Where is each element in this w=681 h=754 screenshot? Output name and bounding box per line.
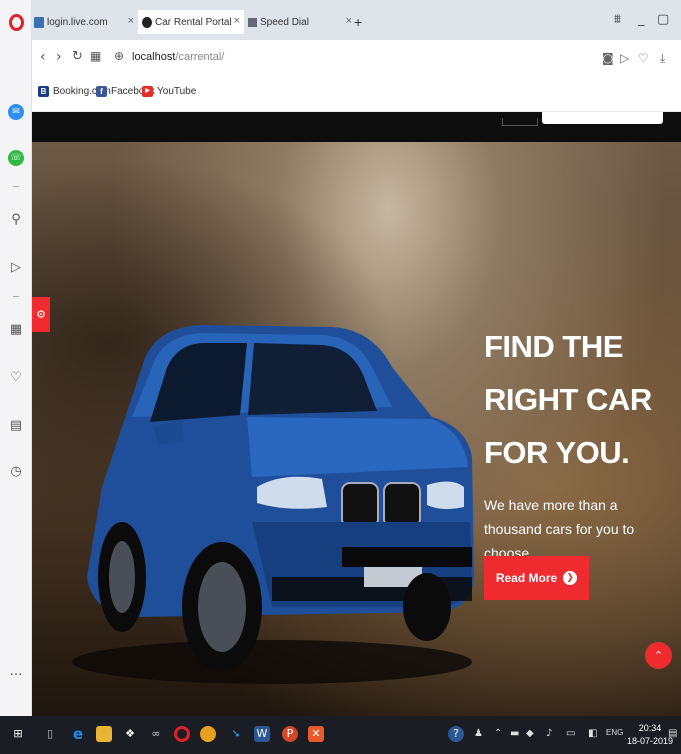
tab-login-live[interactable]: login.live.com × xyxy=(34,10,134,34)
speed-dial-icon[interactable]: ▦ xyxy=(90,49,101,63)
history-icon[interactable]: ◷ xyxy=(8,464,24,480)
header-button[interactable] xyxy=(502,118,538,126)
headline-line: FIND THE xyxy=(484,329,623,364)
hero-text-block: FIND THE RIGHT CAR FOR YOU. We have more… xyxy=(484,320,674,600)
tab-car-rental-portal[interactable]: Car Rental Portal × xyxy=(138,10,244,34)
send-icon[interactable]: ▷ xyxy=(620,51,629,65)
read-more-label: Read More xyxy=(495,571,558,585)
youtube-icon: ▶ xyxy=(142,86,153,97)
windows-start-icon[interactable]: ⊞ xyxy=(10,726,26,742)
file-explorer-icon[interactable] xyxy=(96,726,112,742)
close-icon[interactable]: × xyxy=(128,15,134,27)
headline-line: RIGHT CAR xyxy=(484,382,652,417)
whatsapp-icon[interactable]: ☏ xyxy=(8,150,24,166)
powerpoint-icon[interactable]: P xyxy=(282,726,298,742)
messenger-icon[interactable]: ✉ xyxy=(8,104,24,120)
tray-app-icon[interactable]: ◆ xyxy=(526,728,534,739)
new-tab-button[interactable]: + xyxy=(354,10,368,34)
system-clock[interactable]: 20:34 18-07-2019 xyxy=(627,722,673,748)
bookmarks-bar: B Booking.com f Facebook ▶ YouTube xyxy=(32,74,681,112)
page-favicon-icon xyxy=(34,16,44,28)
download-icon[interactable]: ⤓ xyxy=(660,51,665,66)
close-icon[interactable]: × xyxy=(346,15,352,27)
tab-speed-dial[interactable]: Speed Dial × xyxy=(248,10,352,34)
scroll-to-top-button[interactable]: ⌃ xyxy=(645,642,672,669)
forward-icon[interactable]: › xyxy=(56,49,62,65)
network-icon[interactable]: ▬ xyxy=(510,728,519,739)
bookmark-label: YouTube xyxy=(157,86,197,97)
xampp-icon[interactable]: ✕ xyxy=(308,726,324,742)
opera-sidebar: ✉ ☏ ⚲ ▷ ▦ ♡ ▤ ◷ … xyxy=(0,0,32,716)
tab-label: Car Rental Portal xyxy=(155,16,232,28)
flow-icon[interactable]: ▷ xyxy=(8,260,24,276)
clock-date: 18-07-2019 xyxy=(627,736,674,746)
back-icon[interactable]: ‹ xyxy=(40,49,46,65)
more-icon[interactable]: … xyxy=(8,664,24,680)
url-path: /carrental/ xyxy=(175,51,225,63)
snapshot-icon[interactable]: ◙ xyxy=(602,51,614,65)
header-search[interactable] xyxy=(542,112,663,124)
blue-suv-image xyxy=(72,325,474,684)
hero-headline: FIND THE RIGHT CAR FOR YOU. xyxy=(484,320,674,479)
speed-dial-favicon-icon xyxy=(248,17,257,27)
settings-gear-button[interactable]: ⚙ xyxy=(32,297,50,332)
notifications-icon[interactable]: ▤ xyxy=(668,728,677,739)
bookmark-youtube[interactable]: ▶ YouTube xyxy=(142,86,196,97)
tab-menu-icon[interactable]: ⩩ xyxy=(614,12,621,27)
globe-icon: ⊕ xyxy=(114,49,125,63)
news-icon[interactable]: ▤ xyxy=(8,418,24,434)
url-host: localhost xyxy=(132,51,176,63)
site-header xyxy=(32,112,681,142)
speed-dial-icon[interactable]: ▦ xyxy=(8,322,24,338)
sidebar-divider xyxy=(13,296,19,297)
person-icon[interactable]: ♟ xyxy=(474,728,483,739)
booking-icon: B xyxy=(38,86,49,97)
chevron-right-icon: ❯ xyxy=(563,571,578,585)
keyboard-icon[interactable]: ▭ xyxy=(566,728,575,739)
link-icon[interactable]: ∞ xyxy=(148,726,164,742)
display-icon[interactable]: ◧ xyxy=(588,728,597,739)
search-icon[interactable]: ⚲ xyxy=(8,212,24,228)
windows-taskbar: ⊞ ▯ e ❖ ∞ ➘ W P ✕ ? ♟ ⌃ ▬ ◆ ♪ ▭ ◧ ENG 20… xyxy=(0,716,681,754)
headline-line: FOR YOU. xyxy=(484,435,630,470)
dropbox-icon[interactable]: ❖ xyxy=(122,726,138,742)
address-bar: ‹ › ↻ ▦ ⊕ localhost/carrental/ ◙ ▷ ♡ ⤓ xyxy=(32,40,681,74)
read-more-button[interactable]: Read More ❯ xyxy=(484,556,589,600)
arrow-app-icon[interactable]: ➘ xyxy=(228,726,244,742)
volume-icon[interactable]: ♪ xyxy=(546,728,552,739)
close-icon[interactable]: × xyxy=(234,15,240,27)
minimize-icon[interactable]: _ xyxy=(638,12,645,27)
language-indicator[interactable]: ENG xyxy=(606,728,623,737)
help-icon[interactable]: ? xyxy=(448,726,464,742)
clock-time: 20:34 xyxy=(638,723,662,733)
word-icon[interactable]: W xyxy=(254,726,270,742)
heart-icon[interactable]: ♡ xyxy=(638,51,649,65)
edge-icon[interactable]: e xyxy=(70,726,86,742)
hero-subtext: We have more than a thousand cars for yo… xyxy=(484,497,635,561)
facebook-icon: f xyxy=(96,86,107,97)
task-view-icon[interactable]: ▯ xyxy=(42,726,58,742)
opera-logo-icon[interactable] xyxy=(9,14,24,31)
tab-label: login.live.com xyxy=(47,16,108,28)
chrome-icon[interactable] xyxy=(200,726,216,742)
web-page: ⚙ FIND THE RIGHT CAR FOR YOU. We have mo… xyxy=(32,112,681,716)
tab-label: Speed Dial xyxy=(260,16,309,28)
reload-icon[interactable]: ↻ xyxy=(72,49,83,64)
url-field[interactable]: localhost/carrental/ xyxy=(132,51,224,63)
heart-icon[interactable]: ♡ xyxy=(8,370,24,386)
car-rental-favicon-icon xyxy=(142,16,152,28)
sidebar-divider xyxy=(13,186,19,187)
opera-taskbar-icon[interactable] xyxy=(174,726,190,742)
tab-strip: login.live.com × Car Rental Portal × Spe… xyxy=(32,0,681,40)
maximize-icon[interactable]: ▢ xyxy=(657,12,669,27)
chevron-up-icon[interactable]: ⌃ xyxy=(494,728,502,739)
hero-banner: ⚙ FIND THE RIGHT CAR FOR YOU. We have mo… xyxy=(32,142,681,716)
